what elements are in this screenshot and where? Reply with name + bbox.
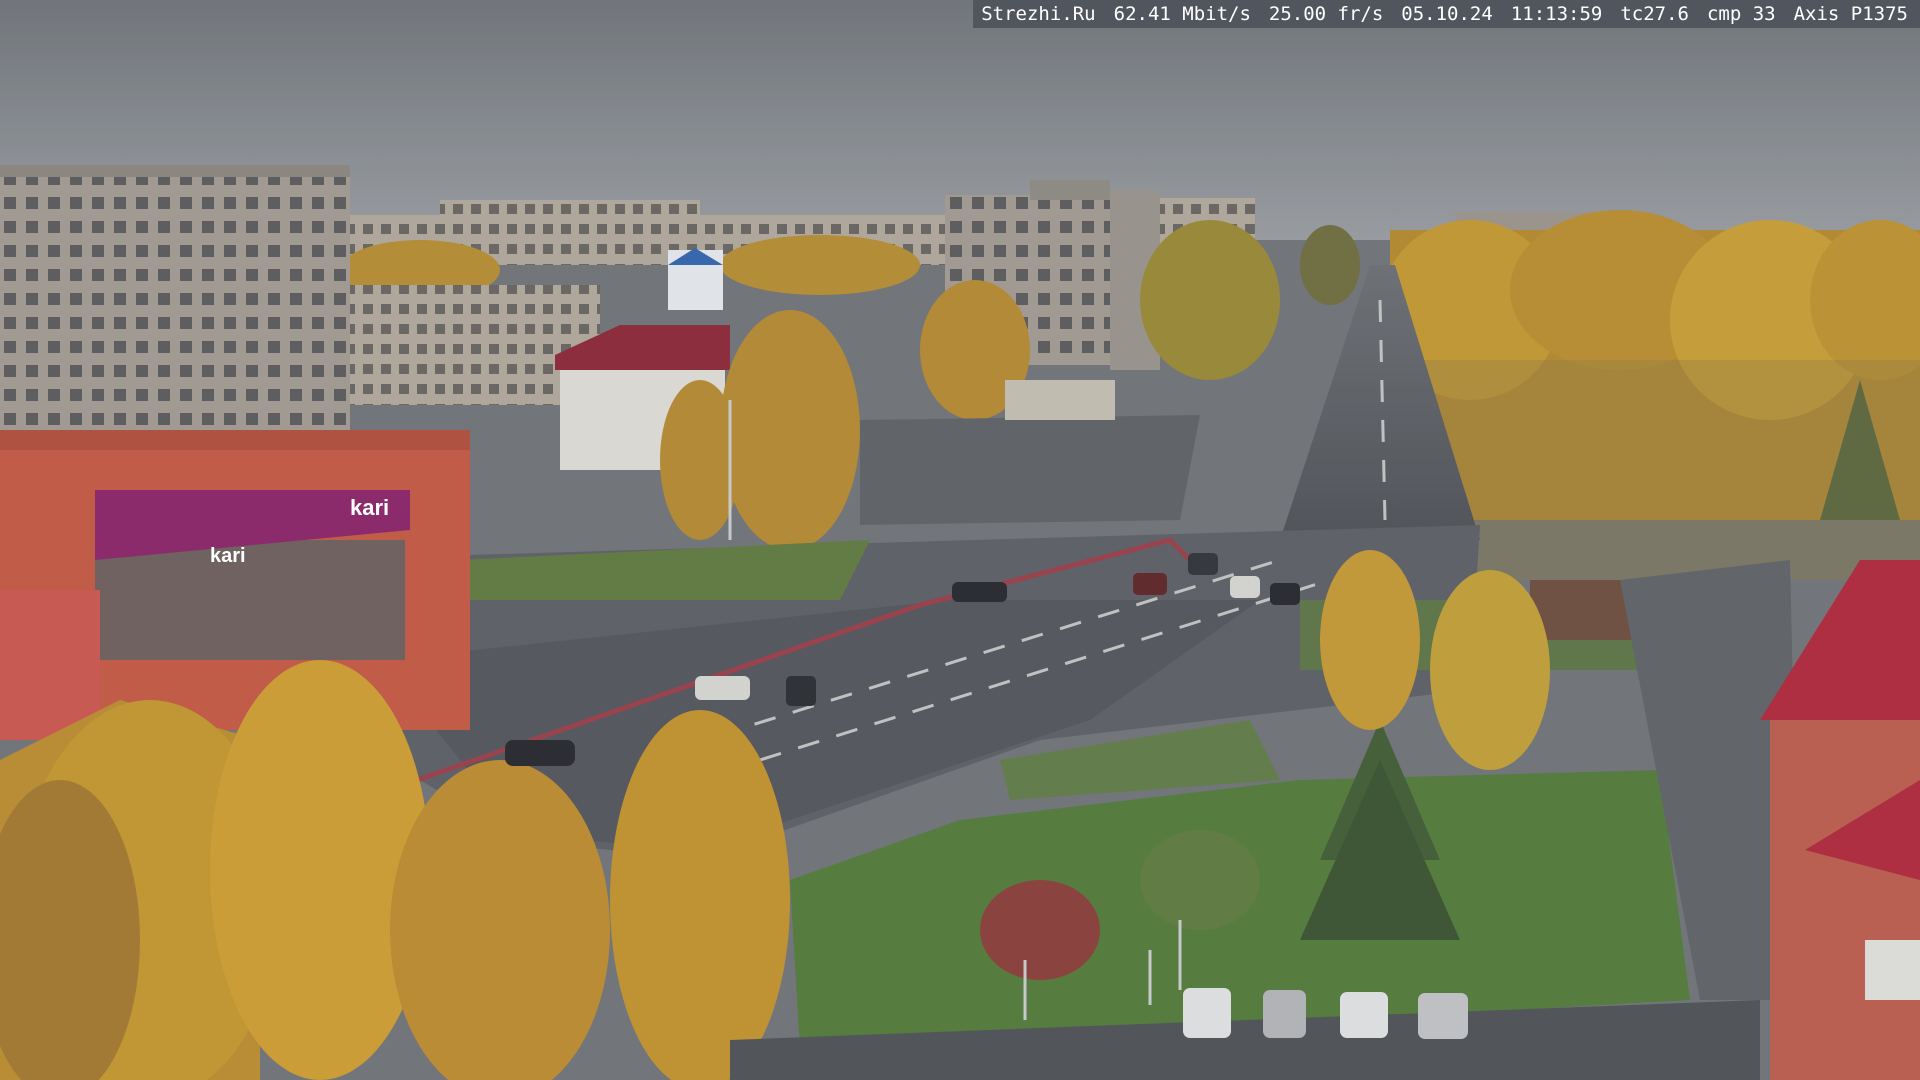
osd-model: Axis P1375 bbox=[1793, 3, 1908, 25]
osd-site: Strezhi.Ru bbox=[981, 3, 1096, 25]
osd-tc: tc27.6 bbox=[1620, 3, 1689, 25]
city-street-scene bbox=[0, 0, 1920, 1080]
webcam-frame: kari kari Strezhi.Ru 62.41 Mbit/s 25.00 … bbox=[0, 0, 1920, 1080]
osd-bitrate: 62.41 Mbit/s bbox=[1113, 3, 1251, 25]
osd-date: 05.10.24 bbox=[1401, 3, 1493, 25]
osd-framerate: 25.00 fr/s bbox=[1268, 3, 1384, 25]
osd-time: 11:13:59 bbox=[1510, 3, 1603, 25]
kari-logo: kari bbox=[350, 495, 390, 520]
kari-banner-text: kari bbox=[210, 545, 246, 567]
camera-osd-bar: Strezhi.Ru 62.41 Mbit/s 25.00 fr/s 05.10… bbox=[973, 0, 1920, 28]
osd-cmp: cmp 33 bbox=[1706, 3, 1776, 25]
